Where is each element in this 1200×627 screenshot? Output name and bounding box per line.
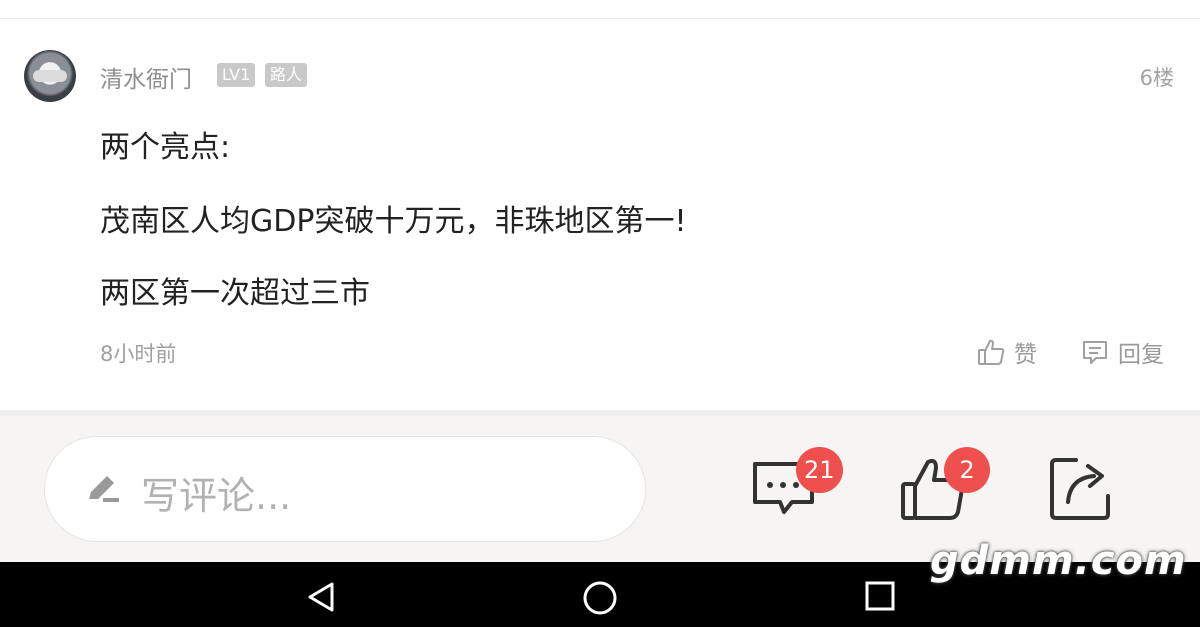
reply-label: 回复 bbox=[1118, 342, 1164, 368]
username[interactable]: 清水衙门 bbox=[100, 60, 192, 94]
level-badge: LV1 bbox=[217, 63, 256, 87]
comments-count-badge: 21 bbox=[796, 447, 843, 493]
comment-input[interactable]: 写评论... bbox=[44, 436, 646, 542]
role-badge: 路人 bbox=[265, 63, 308, 87]
reply-button[interactable]: 回复 bbox=[1080, 336, 1164, 368]
likes-count-badge: 2 bbox=[944, 447, 990, 493]
like-label: 赞 bbox=[1014, 342, 1037, 368]
avatar-image bbox=[33, 70, 67, 82]
watermark: gdmm.com bbox=[930, 538, 1187, 584]
share-icon[interactable] bbox=[1046, 452, 1116, 522]
floor-number: 6楼 bbox=[1139, 66, 1174, 90]
comment-time: 8小时前 bbox=[100, 342, 177, 366]
comment-text-line: 两个亮点: bbox=[100, 130, 231, 165]
back-triangle-icon[interactable] bbox=[304, 580, 338, 614]
thumbs-up-icon bbox=[978, 339, 1005, 365]
comment-text-line: 茂南区人均GDP突破十万元，非珠地区第一! bbox=[100, 204, 687, 239]
comment-placeholder: 写评论... bbox=[141, 474, 292, 518]
home-circle-icon[interactable] bbox=[582, 580, 618, 616]
comment-text-line: 两区第一次超过三市 bbox=[100, 276, 370, 311]
like-button[interactable]: 赞 bbox=[976, 336, 1037, 368]
pencil-icon bbox=[89, 476, 119, 502]
recent-square-icon[interactable] bbox=[864, 580, 896, 612]
avatar[interactable] bbox=[24, 50, 76, 102]
reply-bubble-icon bbox=[1083, 341, 1107, 364]
